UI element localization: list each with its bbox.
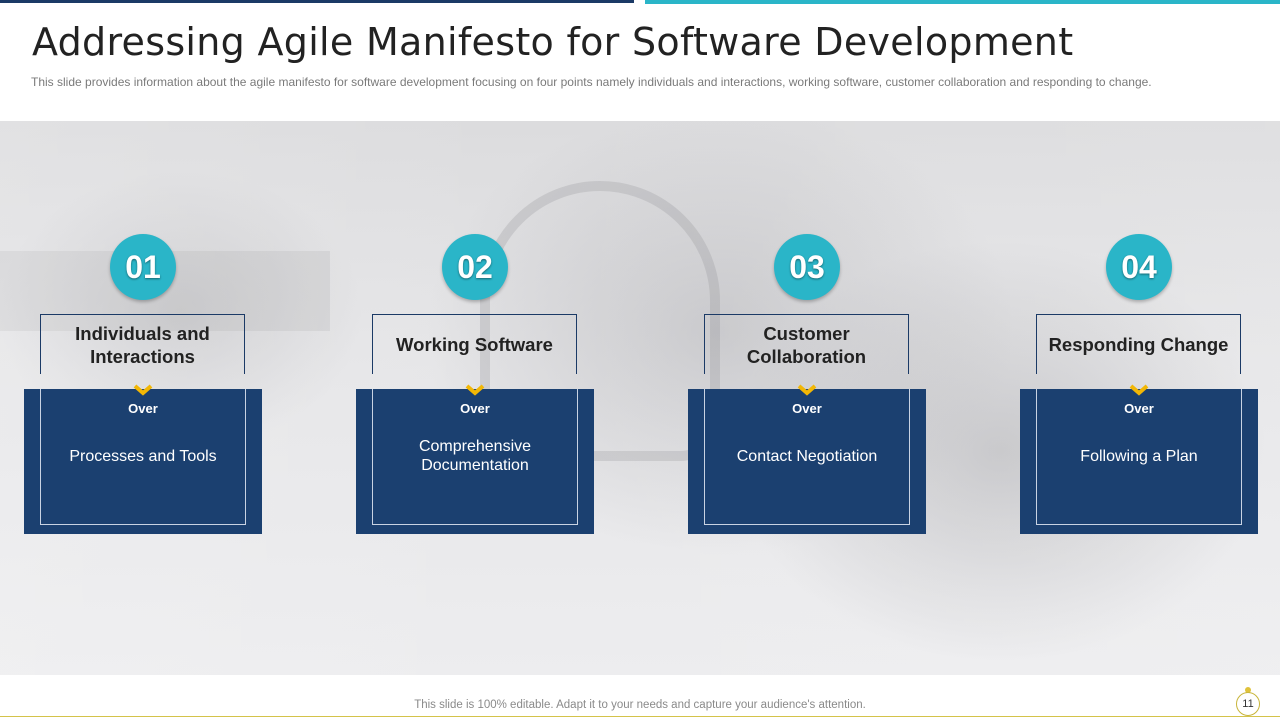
manifesto-card-3: 03 Customer Collaboration Over Contact N…	[688, 234, 926, 536]
card-heading: Responding Change	[1036, 314, 1241, 374]
card-number-badge: 02	[442, 234, 508, 300]
card-heading: Customer Collaboration	[704, 314, 909, 374]
chevron-down-icon	[1129, 384, 1149, 396]
card-heading: Working Software	[372, 314, 577, 374]
over-label: Over	[128, 401, 158, 416]
top-accent-bar-teal	[645, 0, 1280, 4]
over-label: Over	[1124, 401, 1154, 416]
footer-divider	[0, 716, 1280, 717]
card-heading: Individuals and Interactions	[40, 314, 245, 374]
footer-note: This slide is 100% editable. Adapt it to…	[414, 699, 866, 711]
manifesto-card-4: 04 Responding Change Over Following a Pl…	[1020, 234, 1258, 536]
slide-title: Addressing Agile Manifesto for Software …	[32, 20, 1074, 64]
card-number-badge: 03	[774, 234, 840, 300]
chevron-down-icon	[797, 384, 817, 396]
card-description: Contact Negotiation	[736, 447, 878, 465]
top-accent-bar-dark	[0, 0, 634, 3]
manifesto-card-2: 02 Working Software Over Comprehensive D…	[356, 234, 594, 536]
over-label: Over	[460, 401, 490, 416]
chevron-down-icon	[133, 384, 153, 396]
card-description: Comprehensive Documentation	[418, 438, 532, 474]
over-label: Over	[792, 401, 822, 416]
card-description: Following a Plan	[1080, 447, 1198, 465]
chevron-down-icon	[465, 384, 485, 396]
manifesto-card-1: 01 Individuals and Interactions Over Pro…	[24, 234, 262, 536]
page-number: 11	[1236, 692, 1260, 716]
card-number-badge: 04	[1106, 234, 1172, 300]
slide-subtitle: This slide provides information about th…	[31, 75, 1152, 89]
card-number-badge: 01	[110, 234, 176, 300]
card-description: Processes and Tools	[69, 447, 217, 465]
